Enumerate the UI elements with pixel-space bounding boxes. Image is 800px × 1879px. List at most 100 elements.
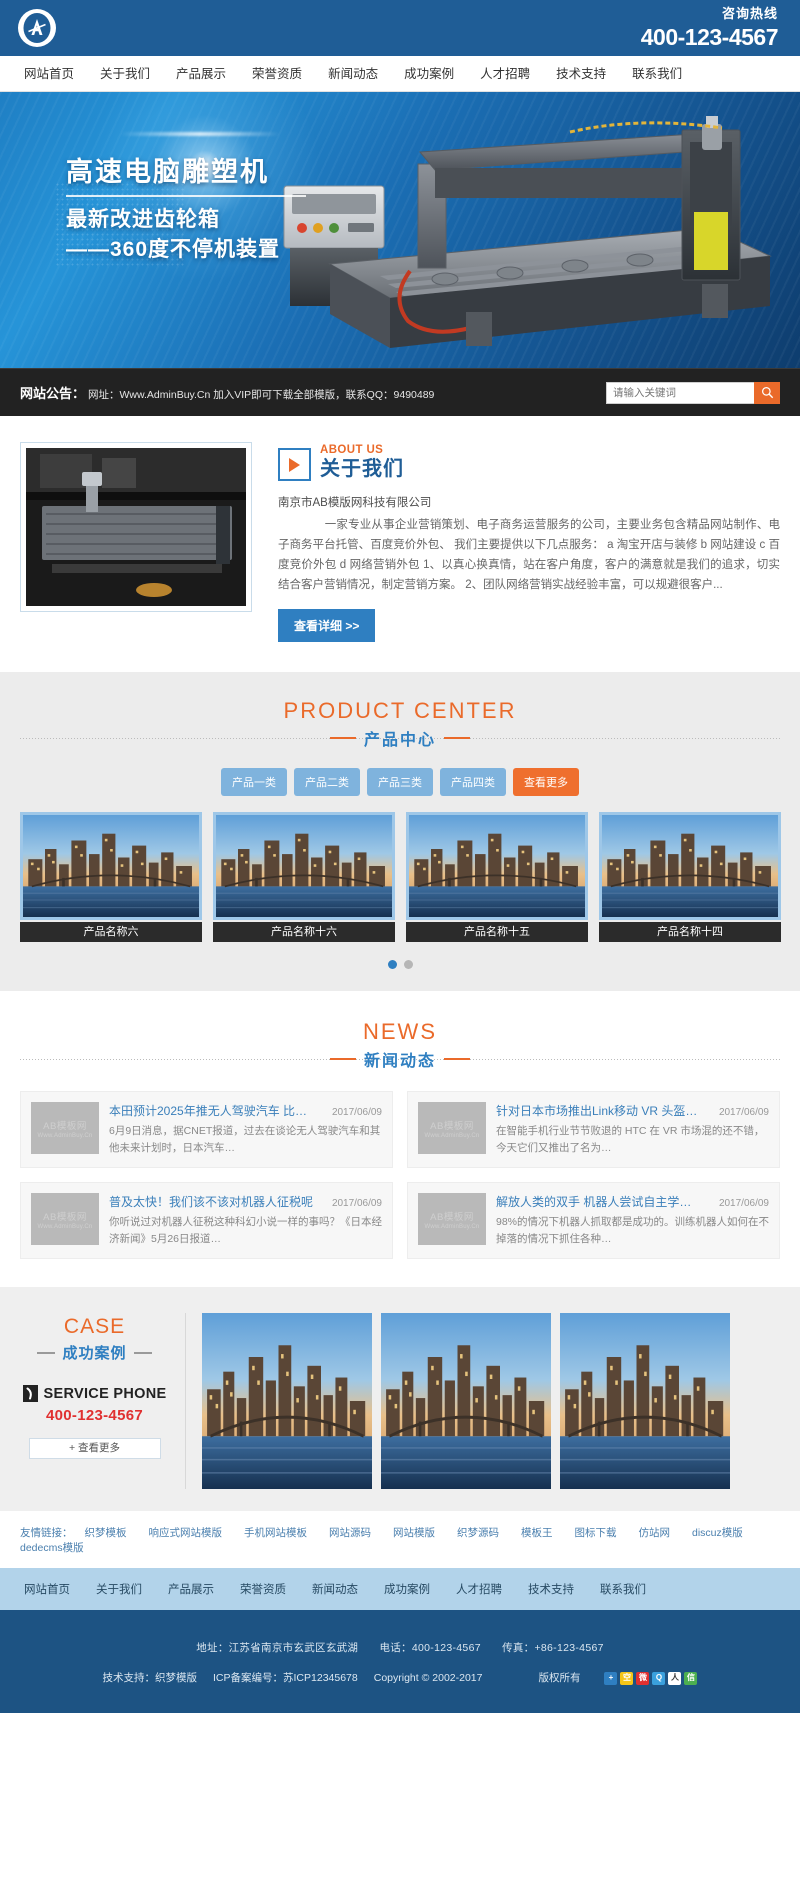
hotline-label: 咨询热线 [721,6,778,21]
case-thumbnail[interactable] [202,1313,372,1489]
footer-nav-item-5[interactable]: 成功案例 [371,1581,443,1597]
nav-item-1[interactable]: 关于我们 [87,56,163,92]
cityscape-image [602,815,778,917]
friend-link-4[interactable]: 网站模版 [393,1525,435,1540]
about-photo [26,448,246,606]
renren-icon[interactable]: 人 [668,1671,682,1685]
nav-item-4[interactable]: 新闻动态 [315,56,391,92]
nav-item-5[interactable]: 成功案例 [391,56,467,92]
footer-nav-item-1[interactable]: 关于我们 [83,1581,155,1597]
footer-nav-item-2[interactable]: 产品展示 [155,1581,227,1597]
product-name: 产品名称十五 [406,922,588,942]
product-tab-3[interactable]: 产品四类 [440,768,506,796]
friend-link-1[interactable]: 响应式网站模版 [149,1525,223,1540]
site-header: 咨询热线 400-123-4567 [0,0,800,56]
news-thumbnail[interactable]: AB模板网 Www.AdminBuy.Cn [31,1193,99,1245]
case-phone-number: 400-123-4567 [45,1407,143,1424]
about-image-frame [20,442,252,612]
friend-link-6[interactable]: 模板王 [521,1525,553,1540]
product-card[interactable]: 产品名称十六 [213,812,395,942]
site-logo[interactable] [18,9,56,47]
news-item[interactable]: AB模板网 Www.AdminBuy.Cn 解放人类的双手 机器人尝试自主学… 201… [407,1182,780,1259]
news-list: AB模板网 Www.AdminBuy.Cn 本田预计2025年推无人驾驶汽车 比… 2… [20,1091,780,1259]
friend-link-0[interactable]: 织梦模板 [85,1525,127,1540]
qzone-icon[interactable]: 空 [620,1671,634,1685]
product-tab-2[interactable]: 产品三类 [367,768,433,796]
friend-link-9[interactable]: discuz模版 [692,1525,743,1540]
product-tab-0[interactable]: 产品一类 [221,768,287,796]
carousel-dot-1[interactable] [403,960,413,969]
product-more-button[interactable]: 查看更多 [513,768,579,796]
hero-subline-2: ——360度不停机装置 [66,238,281,261]
footer-baseline [0,1713,800,1716]
site-footer: 地址：江苏省南京市玄武区玄武湖 电话：400-123-4567 传真：+86-1… [0,1610,800,1713]
footer-phone: 电话：400-123-4567 [379,1642,481,1654]
news-item[interactable]: AB模板网 Www.AdminBuy.Cn 本田预计2025年推无人驾驶汽车 比… 2… [20,1091,393,1168]
footer-nav-item-3[interactable]: 荣誉资质 [227,1581,299,1597]
footer-nav-item-6[interactable]: 人才招聘 [443,1581,515,1597]
friend-link-7[interactable]: 图标下载 [575,1525,617,1540]
news-title[interactable]: 本田预计2025年推无人驾驶汽车 比… [109,1102,307,1119]
friend-link-8[interactable]: 仿站网 [639,1525,671,1540]
about-detail-button[interactable]: 查看详细 >> [278,609,376,642]
nav-item-6[interactable]: 人才招聘 [467,56,543,92]
footer-nav-item-8[interactable]: 联系我们 [587,1581,659,1597]
product-tab-1[interactable]: 产品二类 [294,768,360,796]
news-thumb-line-1: AB模板网 [43,1211,87,1223]
baidu-share-icon[interactable]: + [604,1671,618,1685]
cnc-machine-illustration [283,116,772,348]
carousel-dot-0[interactable] [387,960,397,969]
search-box [606,381,780,404]
announcement-title: 网站公告： [20,386,86,401]
product-card[interactable]: 产品名称六 [20,812,202,942]
cityscape-image [381,1313,551,1489]
footer-nav-item-7[interactable]: 技术支持 [515,1581,587,1597]
cityscape-image [202,1313,372,1489]
news-thumbnail[interactable]: AB模板网 Www.AdminBuy.Cn [31,1102,99,1154]
announcement-text-group: 网站公告： 网址：Www.AdminBuy.Cn 加入VIP即可下载全部模版，联… [20,383,434,402]
product-thumbnail[interactable] [213,812,395,920]
friend-link-5[interactable]: 织梦源码 [457,1525,499,1540]
news-item[interactable]: AB模板网 Www.AdminBuy.Cn 针对日本市场推出Link移动 VR 头盔… [407,1091,780,1168]
case-thumbnail[interactable] [560,1313,730,1489]
news-thumb-line-1: AB模板网 [430,1120,474,1132]
nav-item-0[interactable]: 网站首页 [20,56,87,92]
news-title[interactable]: 普及太快！我们该不该对机器人征税呢 [109,1193,313,1210]
nav-item-3[interactable]: 荣誉资质 [239,56,315,92]
case-more-button[interactable]: + 查看更多 [28,1438,161,1459]
sina-weibo-icon[interactable]: 微 [636,1671,650,1685]
product-category-tabs: 产品一类 产品二类 产品三类 产品四类 查看更多 [20,768,780,796]
footer-nav-item-4[interactable]: 新闻动态 [299,1581,371,1597]
product-card[interactable]: 产品名称十四 [599,812,781,942]
announcement-message: 网址：Www.AdminBuy.Cn 加入VIP即可下载全部模版，联系QQ：94… [88,389,435,401]
news-date: 2017/06/09 [331,1107,382,1118]
friend-link-3[interactable]: 网站源码 [329,1525,371,1540]
search-button[interactable] [754,381,780,404]
news-item[interactable]: AB模板网 Www.AdminBuy.Cn 普及太快！我们该不该对机器人征税呢 201… [20,1182,393,1259]
news-summary: 你听说过对机器人征税这种科幻小说一样的事吗？《日本经济新闻》5月26日报道… [109,1216,382,1245]
tencent-weibo-icon[interactable]: Q [652,1671,666,1685]
friend-link-2[interactable]: 手机网站模板 [244,1525,307,1540]
product-center-section: PRODUCT CENTER 产品中心 产品一类 产品二类 产品三类 产品四类 查看更多… [0,672,800,991]
friend-link-10[interactable]: dedecms模版 [20,1540,84,1555]
product-card[interactable]: 产品名称十五 [406,812,588,942]
news-thumbnail[interactable]: AB模板网 Www.AdminBuy.Cn [418,1102,486,1154]
footer-nav-item-0[interactable]: 网站首页 [20,1581,83,1597]
news-title[interactable]: 解放人类的双手 机器人尝试自主学… [496,1193,691,1210]
nav-item-2[interactable]: 产品展示 [163,56,239,92]
news-thumb-line-2: Www.AdminBuy.Cn [424,1223,480,1230]
product-thumbnail[interactable] [20,812,202,920]
product-thumbnail[interactable] [406,812,588,920]
news-thumbnail[interactable]: AB模板网 Www.AdminBuy.Cn [418,1193,486,1245]
nav-item-7[interactable]: 技术支持 [543,56,619,92]
case-thumbnail[interactable] [381,1313,551,1489]
news-body: 本田预计2025年推无人驾驶汽车 比… 2017/06/09 6月9日消息，据CNE… [109,1102,382,1157]
nav-item-8[interactable]: 联系我们 [619,56,695,92]
footer-navigation: 网站首页 关于我们 产品展示 荣誉资质 新闻动态 成功案例 人才招聘 技术支持 联系我们 [0,1568,800,1610]
cityscape-image [216,815,392,917]
product-thumbnail[interactable] [599,812,781,920]
search-input[interactable] [606,381,754,404]
wechat-icon[interactable]: 信 [684,1671,698,1685]
news-title[interactable]: 针对日本市场推出Link移动 VR 头盔… [496,1102,697,1119]
hero-flare-streak [120,132,280,136]
